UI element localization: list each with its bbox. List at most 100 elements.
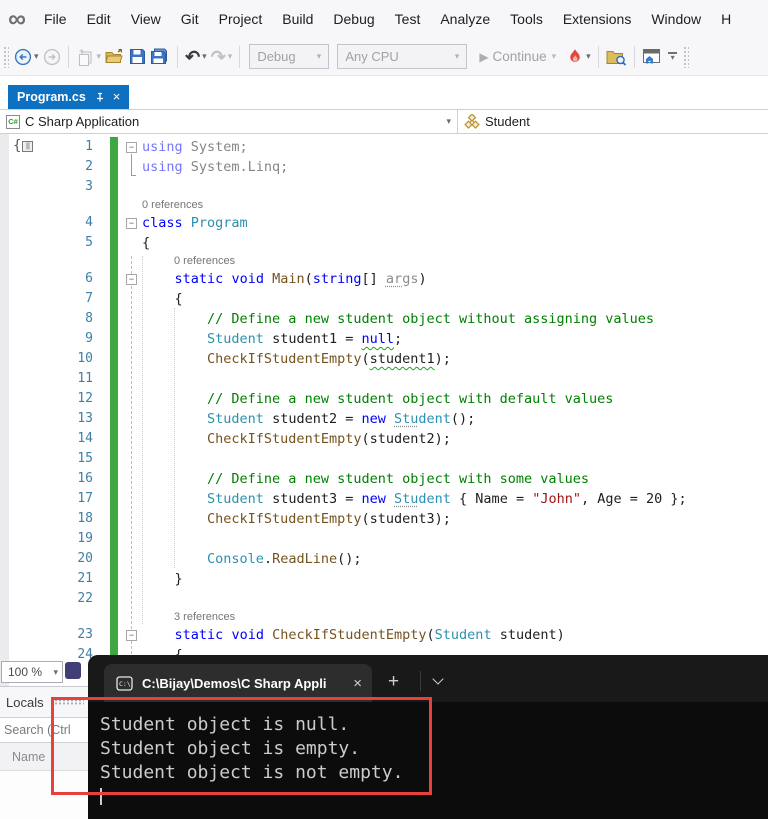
menu-item-edit[interactable]: Edit: [77, 0, 121, 38]
menu-item-file[interactable]: File: [34, 0, 77, 38]
solution-configuration-dropdown[interactable]: Debug ▾: [249, 44, 330, 69]
code-line: 18 CheckIfStudentEmpty(student3);: [0, 509, 768, 529]
fold-collapse-box[interactable]: −: [126, 273, 137, 285]
overflow-caret-icon: ▾: [670, 53, 675, 62]
terminal-tab[interactable]: C:\ C:\Bijay\Demos\C Sharp Appli ×: [104, 664, 372, 702]
code-text: {: [142, 291, 183, 307]
terminal-tabbar-separator: [420, 671, 421, 691]
line-number: 9: [85, 331, 93, 346]
continue-button[interactable]: Continue: [493, 49, 547, 64]
toolbar-grip-handle[interactable]: [682, 45, 689, 68]
back-dropdown-caret[interactable]: ▾: [34, 51, 39, 62]
change-tracking-bar: [110, 409, 118, 429]
code-text: CheckIfStudentEmpty(student2);: [207, 431, 451, 447]
terminal-output[interactable]: Student object is null. Student object is…: [88, 702, 768, 805]
code-editor[interactable]: {▒ 1− using System; 2 using System.Linq; 3 0 …: [0, 134, 768, 687]
new-item-icon: [78, 48, 92, 66]
terminal-output-line: Student object is null.: [100, 714, 350, 735]
code-line: 12 // Define a new student object with d…: [0, 389, 768, 409]
web-browser-button[interactable]: [640, 48, 663, 65]
open-file-button[interactable]: [103, 48, 127, 65]
line-number: 8: [85, 311, 93, 326]
change-tracking-bar: [110, 429, 118, 449]
toolbar-overflow-button[interactable]: ▾: [667, 52, 679, 62]
save-button[interactable]: [127, 48, 148, 65]
locals-title: Locals: [6, 694, 44, 710]
menu-item-h[interactable]: H: [711, 0, 741, 38]
code-line: 22: [0, 589, 768, 609]
menu-item-window[interactable]: Window: [641, 0, 711, 38]
code-text: // Define a new student object with defa…: [207, 391, 614, 407]
menu-item-git[interactable]: Git: [171, 0, 209, 38]
code-text: {: [142, 235, 151, 251]
code-line: 20 Console.ReadLine();: [0, 549, 768, 569]
project-dropdown[interactable]: C# C Sharp Application ▾: [0, 110, 458, 133]
new-item-button[interactable]: ▾: [74, 48, 104, 66]
close-tab-icon[interactable]: ×: [113, 90, 121, 103]
codelens-indicator[interactable]: 3 references: [0, 609, 768, 625]
menu-item-analyze[interactable]: Analyze: [430, 0, 500, 38]
change-tracking-bar: [110, 489, 118, 509]
codelens-indicator[interactable]: 0 references: [0, 197, 768, 213]
code-text: // Define a new student object with some…: [207, 471, 590, 487]
code-line: 10 CheckIfStudentEmpty(student1);: [0, 349, 768, 369]
platform-label: Any CPU: [345, 49, 399, 64]
fold-collapse-box[interactable]: −: [126, 629, 137, 641]
tab-program-cs[interactable]: Program.cs ×: [8, 85, 130, 109]
terminal-dropdown-chevron-icon[interactable]: [432, 673, 444, 685]
fold-collapse-box[interactable]: −: [126, 141, 137, 153]
change-tracking-bar: [110, 137, 118, 157]
save-all-icon: [151, 48, 168, 64]
find-in-files-button[interactable]: [604, 48, 629, 66]
menu-item-build[interactable]: Build: [272, 0, 323, 38]
menu-bar: ∞ File Edit View Git Project Build Debug Test An…: [0, 0, 768, 38]
member-dropdown[interactable]: Student: [458, 110, 768, 133]
menu-item-test[interactable]: Test: [385, 0, 431, 38]
configuration-caret: ▾: [316, 51, 322, 61]
codelens-indicator[interactable]: 0 references: [0, 253, 768, 269]
redo-button[interactable]: ↷ ▾: [209, 47, 235, 67]
new-item-dropdown-caret[interactable]: ▾: [97, 51, 102, 62]
menu-item-extensions[interactable]: Extensions: [553, 0, 641, 38]
hot-reload-button[interactable]: ▾: [564, 48, 593, 66]
undo-dropdown-caret[interactable]: ▾: [202, 51, 207, 62]
continue-dropdown-caret[interactable]: ▾: [552, 51, 557, 62]
configuration-label: Debug: [257, 49, 296, 64]
terminal-window[interactable]: C:\ C:\Bijay\Demos\C Sharp Appli × + Stu…: [88, 655, 768, 819]
undo-button[interactable]: ↶ ▾: [183, 47, 209, 67]
terminal-output-line: Student object is not empty.: [100, 762, 404, 783]
fold-collapse-box[interactable]: −: [126, 217, 137, 229]
menu-item-project[interactable]: Project: [209, 0, 273, 38]
change-tracking-bar: [110, 289, 118, 309]
new-terminal-tab-button[interactable]: +: [388, 669, 399, 695]
menu-items: File Edit View Git Project Build Debug Test Anal…: [34, 0, 741, 38]
redo-dropdown-caret[interactable]: ▾: [228, 51, 233, 62]
close-terminal-tab-icon[interactable]: ×: [353, 675, 362, 692]
editor-zoom-dropdown[interactable]: 100 % ▾: [1, 661, 63, 683]
navigate-forward-button[interactable]: [41, 48, 63, 66]
menu-item-debug[interactable]: Debug: [323, 0, 384, 38]
editor-navigation-bar: C# C Sharp Application ▾ Student: [0, 109, 768, 134]
start-debug-icon[interactable]: ▶: [479, 50, 488, 64]
menu-item-tools[interactable]: Tools: [500, 0, 553, 38]
codelens-text: 0 references: [142, 199, 204, 211]
code-text: Console.ReadLine();: [207, 551, 362, 567]
toolbar-grip-handle[interactable]: [3, 45, 9, 68]
solution-platform-dropdown[interactable]: Any CPU ▾: [337, 44, 468, 69]
codelens-text: 3 references: [174, 611, 236, 623]
project-name: C Sharp Application: [25, 114, 140, 129]
change-tracking-bar: [110, 509, 118, 529]
line-number: 6: [85, 271, 93, 286]
navigate-back-button[interactable]: ▾: [12, 48, 41, 66]
hot-reload-caret[interactable]: ▾: [586, 51, 591, 62]
visual-studio-window: ∞ File Edit View Git Project Build Debug Test An…: [0, 0, 768, 819]
line-number: 1: [85, 139, 93, 154]
save-all-button[interactable]: [148, 48, 172, 65]
menu-item-view[interactable]: View: [121, 0, 171, 38]
panel-grip-handle[interactable]: [49, 699, 84, 705]
pin-icon[interactable]: [94, 92, 105, 103]
open-folder-icon: [105, 48, 123, 63]
change-tracking-bar: [110, 389, 118, 409]
code-text: static void Main(string[] args): [174, 271, 427, 287]
change-tracking-bar: [110, 549, 118, 569]
